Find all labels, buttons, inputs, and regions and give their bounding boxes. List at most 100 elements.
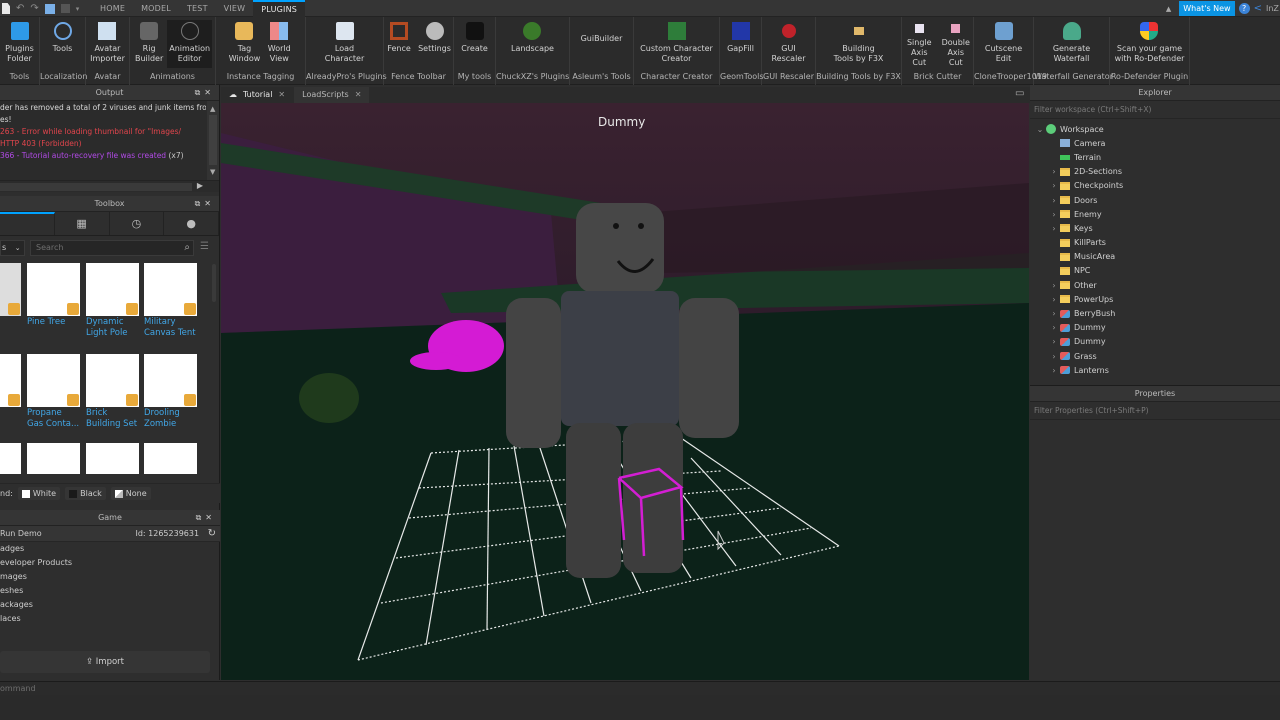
item-name[interactable]: Pine Tree — [27, 317, 80, 328]
toolbox-item[interactable]: Dynamic Light Pole — [86, 263, 139, 339]
tab-view[interactable]: VIEW — [216, 0, 254, 17]
ribbon-button[interactable]: Avatar Importer — [88, 20, 127, 68]
toolbox-scrollbar[interactable] — [212, 264, 216, 302]
output-scrollbar[interactable]: ▲ ▼ — [207, 101, 219, 180]
explorer-item[interactable]: › BerryBush — [1030, 306, 1280, 320]
user-name[interactable]: InZ — [1266, 4, 1280, 13]
expand-arrow-icon[interactable]: › — [1048, 210, 1060, 219]
category-dropdown[interactable]: s ⌄ — [0, 240, 25, 256]
ribbon-button[interactable]: Load Character — [323, 20, 367, 68]
filter-icon[interactable]: ☰ — [200, 241, 209, 252]
3d-viewport[interactable]: Dummy — [221, 103, 1029, 680]
item-name[interactable]: Dynamic Light Pole — [86, 317, 139, 339]
game-item-developer-products[interactable]: eveloper Products — [0, 556, 220, 570]
ribbon-button[interactable]: Cutscene Edit — [983, 20, 1024, 68]
explorer-item[interactable]: › Doors — [1030, 193, 1280, 207]
ribbon-button[interactable]: Fence — [384, 20, 414, 68]
scroll-up-icon[interactable]: ▲ — [210, 103, 215, 115]
explorer-item[interactable]: › 2D-Sections — [1030, 165, 1280, 179]
scroll-down-icon[interactable]: ▼ — [210, 166, 215, 178]
explorer-item[interactable]: ⌄ Workspace — [1030, 122, 1280, 136]
ribbon-button[interactable]: GapFill — [725, 20, 756, 68]
ribbon-button[interactable]: Create — [459, 20, 490, 68]
toolbox-item[interactable] — [27, 443, 80, 474]
game-item-places[interactable]: laces — [0, 612, 220, 626]
expand-arrow-icon[interactable]: › — [1048, 196, 1060, 205]
ribbon-button[interactable]: Custom Character Creator — [638, 20, 715, 68]
toolbox-item[interactable] — [0, 443, 21, 474]
toolbox-item[interactable] — [0, 354, 21, 408]
refresh-icon[interactable]: ↻ — [208, 528, 216, 539]
explorer-item[interactable]: Camera — [1030, 136, 1280, 150]
tab-model[interactable]: MODEL — [133, 0, 179, 17]
ribbon-button[interactable]: Single Axis Cut — [902, 20, 937, 68]
bg-black-option[interactable]: Black — [65, 487, 106, 500]
ribbon-button[interactable]: GuiBuilder — [579, 20, 625, 68]
ribbon-button[interactable]: Scan your game with Ro-Defender — [1113, 20, 1187, 68]
new-file-icon[interactable] — [2, 3, 10, 14]
ribbon-button[interactable]: Building Tools by F3X — [832, 20, 886, 68]
tab-plugins[interactable]: PLUGINS — [253, 0, 306, 17]
more-icon[interactable]: ▾ — [76, 5, 80, 13]
explorer-item[interactable]: › Keys — [1030, 221, 1280, 235]
toolbox-item[interactable]: Brick Building Set — [86, 354, 139, 430]
game-item-packages[interactable]: ackages — [0, 598, 220, 612]
ribbon-button[interactable]: Animation Editor — [167, 20, 213, 68]
share-icon[interactable]: < — [1254, 3, 1262, 14]
whats-new-button[interactable]: What's New — [1179, 1, 1235, 16]
help-icon[interactable]: ? — [1238, 3, 1250, 14]
panel-controls[interactable]: ⧉✕ — [195, 85, 215, 101]
item-name[interactable]: ation — [0, 317, 21, 328]
explorer-item[interactable]: › Dummy — [1030, 335, 1280, 349]
close-icon[interactable]: ✕ — [278, 87, 285, 103]
explorer-filter-input[interactable]: Filter workspace (Ctrl+Shift+X) — [1030, 101, 1280, 119]
output-hscrollbar[interactable]: ▶ — [0, 180, 219, 192]
search-icon[interactable]: ⌕ — [184, 241, 190, 255]
ribbon-button[interactable]: Settings — [416, 20, 453, 68]
explorer-item[interactable]: › Enemy — [1030, 207, 1280, 221]
redo-icon[interactable]: ↷ — [30, 3, 38, 14]
ribbon-button[interactable]: Tag Window — [227, 20, 263, 68]
tab-creations[interactable]: ● — [164, 212, 219, 235]
device-emulator-icon[interactable]: ▭ — [1015, 88, 1024, 99]
game-item-images[interactable]: mages — [0, 570, 220, 584]
scroll-thumb[interactable] — [209, 115, 217, 165]
expand-arrow-icon[interactable]: › — [1048, 181, 1060, 190]
toolbox-item[interactable]: Propane Gas Conta... — [27, 354, 80, 430]
game-item-badges[interactable]: adges — [0, 542, 220, 556]
item-name[interactable]: Propane Gas Conta... — [27, 408, 80, 430]
tab-test[interactable]: TEST — [179, 0, 216, 17]
command-bar[interactable]: ommand — [0, 681, 1280, 695]
properties-filter-input[interactable]: Filter Properties (Ctrl+Shift+P) — [1030, 402, 1280, 420]
expand-arrow-icon[interactable]: › — [1048, 323, 1060, 332]
explorer-item[interactable]: › Other — [1030, 278, 1280, 292]
expand-arrow-icon[interactable]: › — [1048, 281, 1060, 290]
collapse-ribbon-icon[interactable]: ▲ — [1166, 5, 1171, 13]
ribbon-button[interactable]: Tools — [48, 20, 78, 68]
tab-loadscripts[interactable]: LoadScripts ✕ — [294, 87, 370, 103]
toolbox-item[interactable]: Drooling Zombie — [144, 354, 197, 430]
ribbon-button[interactable]: Plugins Folder — [3, 20, 36, 68]
import-button[interactable]: ⇪ Import — [0, 651, 210, 673]
close-icon[interactable]: ✕ — [355, 87, 362, 103]
tab-recent[interactable]: ◷ — [110, 212, 165, 235]
item-name[interactable]: Military Canvas Tent — [144, 317, 197, 339]
tab-home[interactable]: HOME — [92, 0, 133, 17]
explorer-item[interactable]: MusicArea — [1030, 250, 1280, 264]
ribbon-button[interactable]: Landscape — [509, 20, 556, 68]
toolbox-item[interactable]: Pine Tree — [27, 263, 80, 328]
toolbox-item[interactable] — [86, 443, 139, 474]
expand-arrow-icon[interactable]: › — [1048, 366, 1060, 375]
explorer-item[interactable]: NPC — [1030, 264, 1280, 278]
ribbon-button[interactable]: Double Axis Cut — [939, 20, 974, 68]
tab-marketplace[interactable] — [0, 212, 55, 235]
bg-none-option[interactable]: None — [110, 487, 151, 500]
ribbon-button[interactable]: Generate Waterfall — [1051, 20, 1092, 68]
scroll-right-icon[interactable]: ▶ — [197, 181, 203, 190]
toolbox-item[interactable]: Military Canvas Tent — [144, 263, 197, 339]
item-name[interactable]: Brick Building Set — [86, 408, 139, 430]
bg-white-option[interactable]: White — [17, 487, 61, 500]
plugin-icon[interactable] — [44, 3, 55, 14]
toolbox-item[interactable] — [144, 443, 197, 474]
item-name[interactable]: Drooling Zombie — [144, 408, 197, 430]
